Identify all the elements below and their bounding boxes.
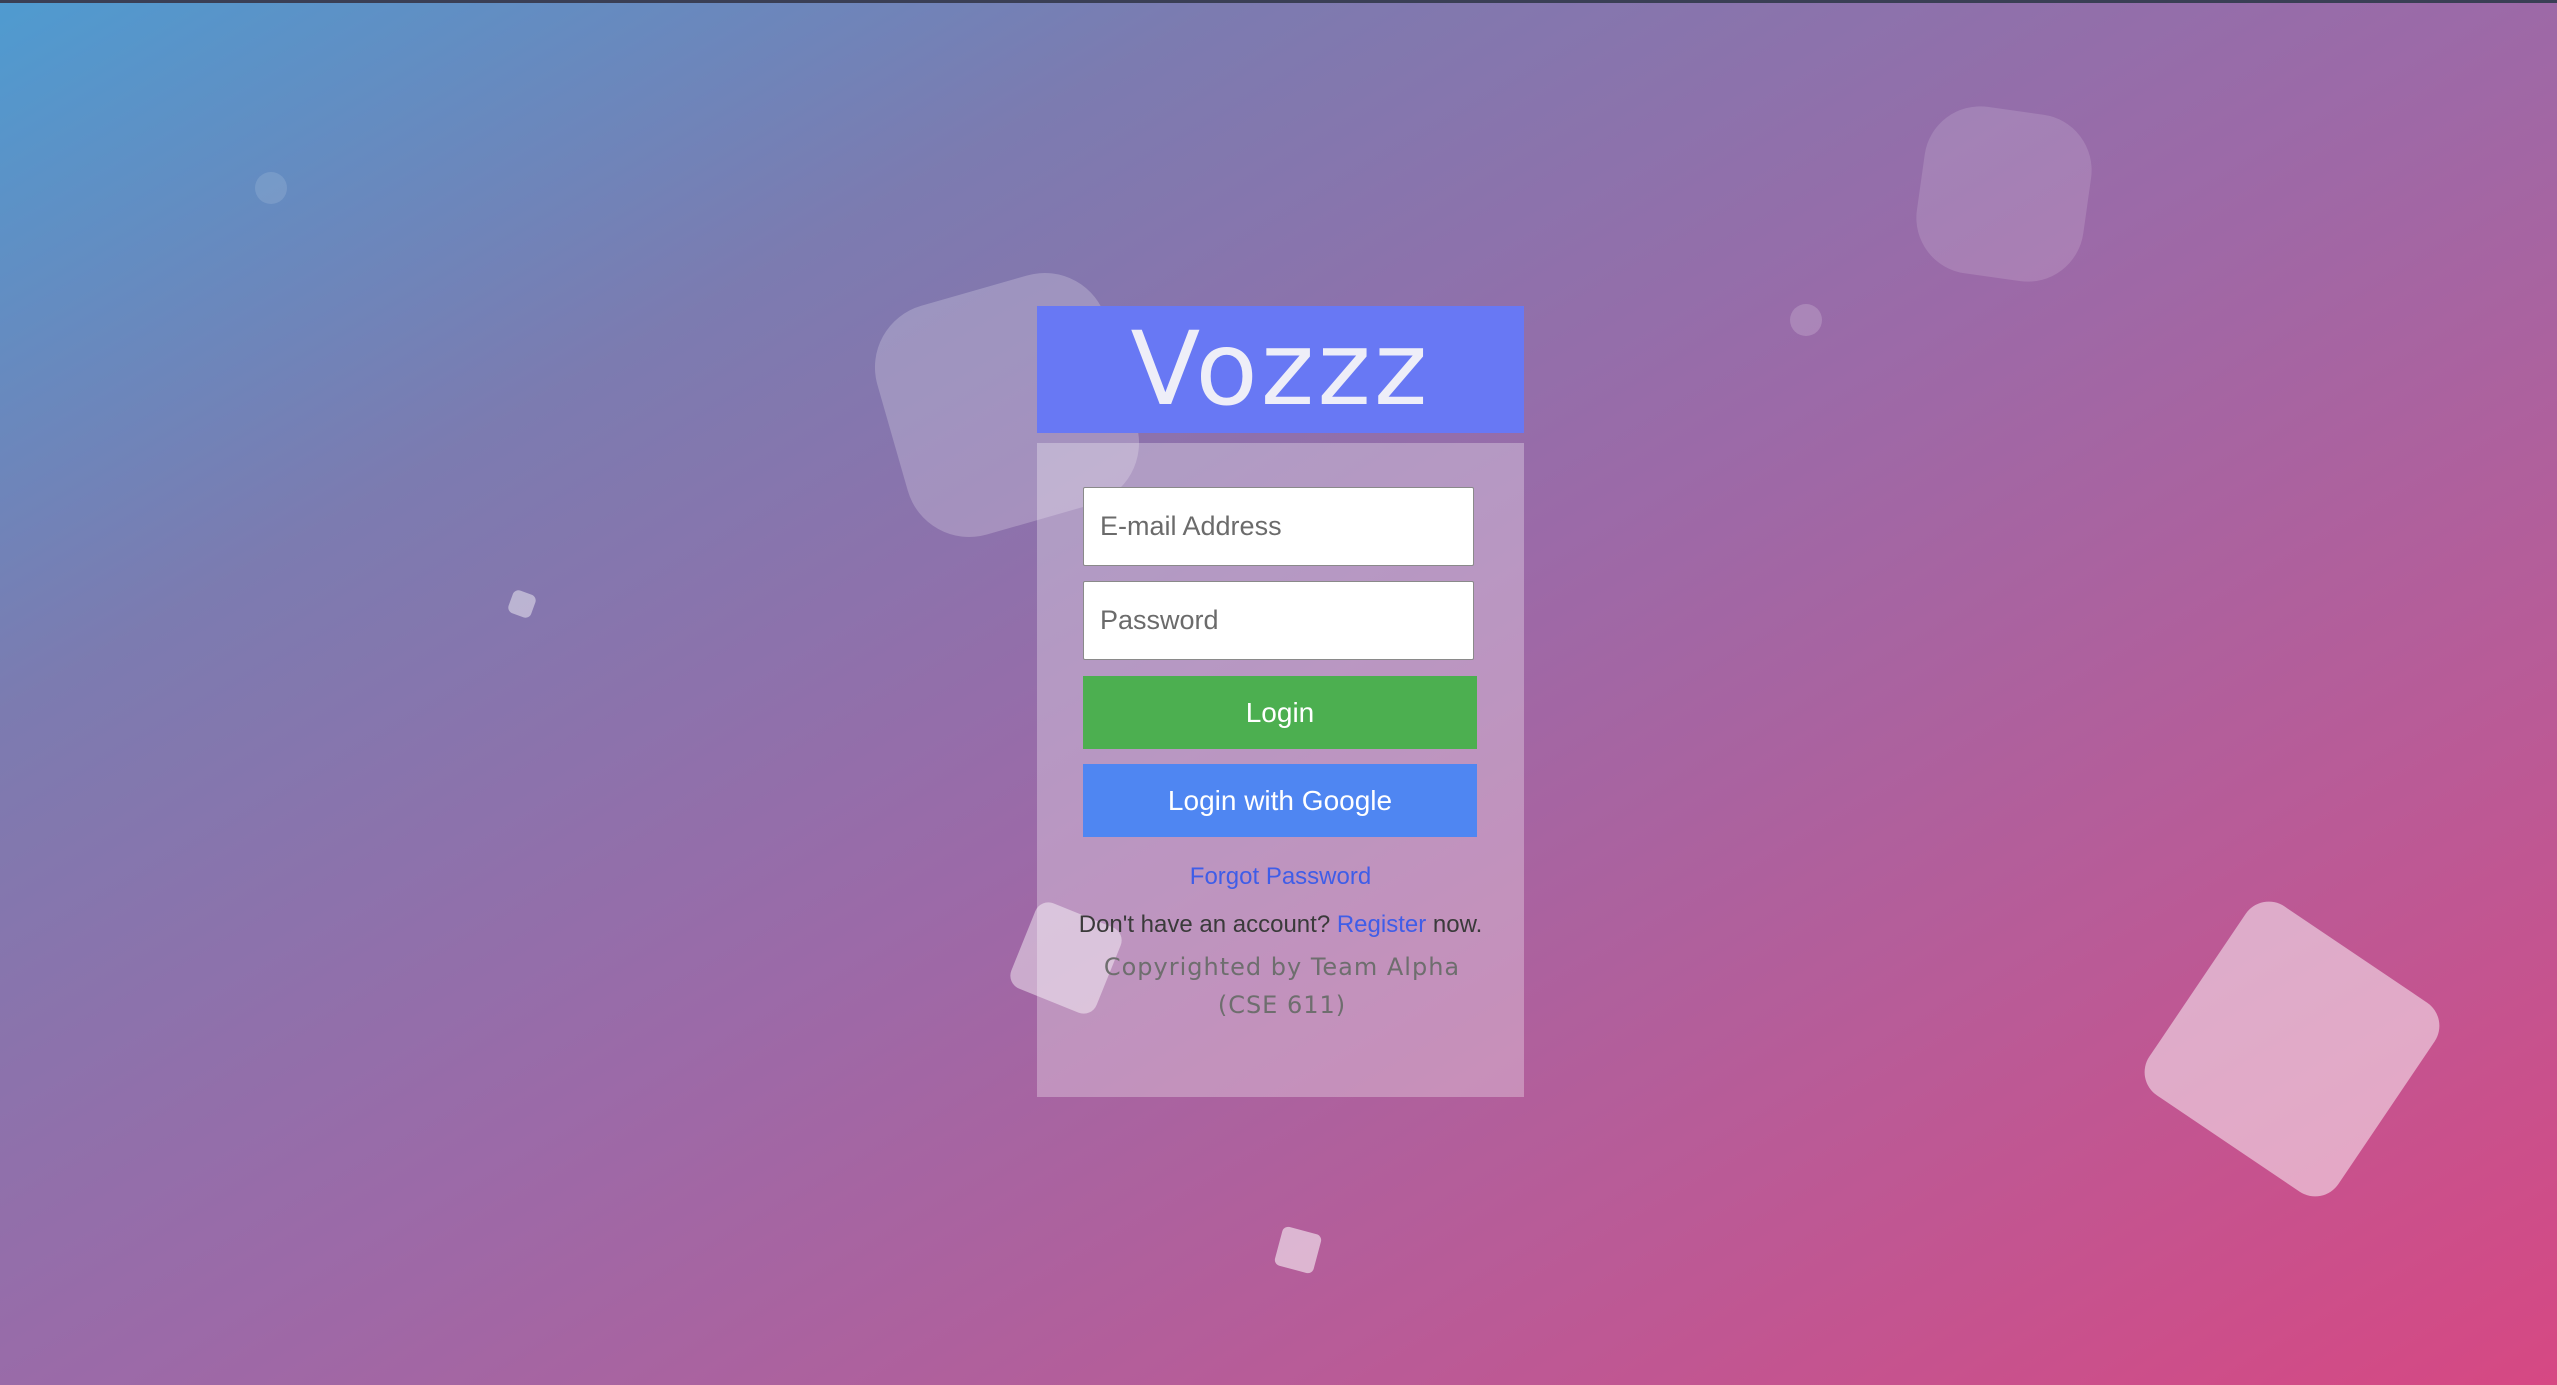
forgot-password-link[interactable]: Forgot Password [1037, 863, 1524, 891]
decorative-circle [255, 172, 287, 204]
top-border-line [0, 0, 2557, 3]
login-card: Login Login with Google Forgot Password … [1037, 443, 1524, 1097]
brand-logo: Vozzz [1037, 306, 1524, 433]
email-input[interactable] [1083, 487, 1474, 566]
login-panel: Vozzz Login Login with Google Forgot Pas… [1037, 306, 1524, 1097]
login-with-google-button[interactable]: Login with Google [1083, 764, 1477, 837]
copyright-text: Copyrighted by Team Alpha (CSE 611) [1103, 953, 1461, 1019]
decorative-square [506, 588, 538, 620]
decorative-square [1273, 1225, 1323, 1275]
password-input[interactable] [1083, 581, 1474, 660]
login-button[interactable]: Login [1083, 676, 1477, 749]
decorative-square [2133, 890, 2451, 1208]
register-link[interactable]: Register [1337, 911, 1426, 938]
decorative-circle [1790, 304, 1822, 336]
decorative-square [1909, 99, 2099, 289]
register-suffix-text: now. [1432, 911, 1483, 938]
register-prompt: Don't have an account? Register now. [1037, 911, 1524, 939]
register-prefix-text: Don't have an account? [1078, 911, 1331, 938]
